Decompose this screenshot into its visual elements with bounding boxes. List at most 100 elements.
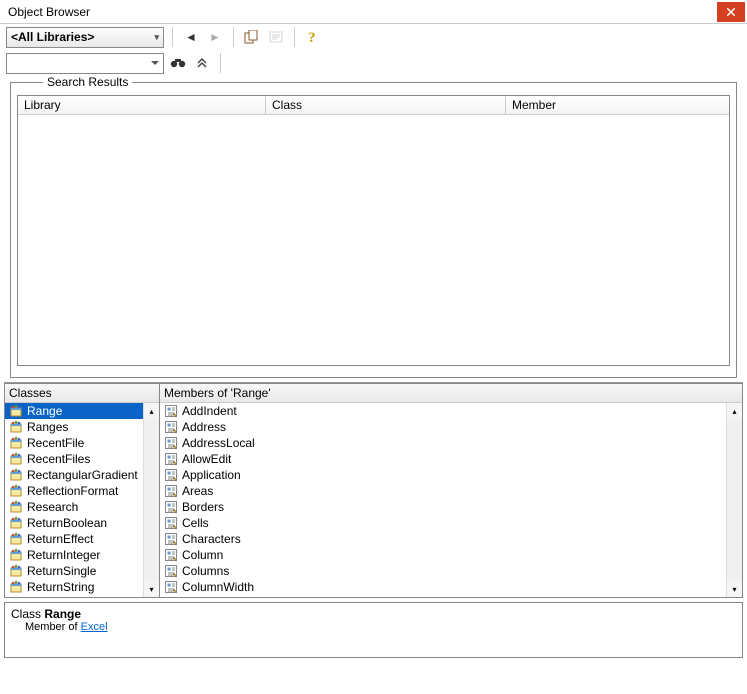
chevron-up-double-icon <box>196 57 208 69</box>
search-button[interactable] <box>168 53 188 73</box>
class-item-label: ReturnString <box>27 580 94 594</box>
class-item[interactable]: ReturnSingle <box>5 563 159 579</box>
class-item-label: Research <box>27 500 78 514</box>
member-item[interactable]: Areas <box>160 483 742 499</box>
arrow-left-icon: ◄ <box>185 30 197 44</box>
toolbar-row-1: <All Libraries> ▾ ◄ ► ? <box>0 24 747 50</box>
classes-list[interactable]: RangeRangesRecentFileRecentFiles Rectangu… <box>5 403 159 597</box>
search-results-table: Library Class Member <box>17 95 730 366</box>
binoculars-icon <box>170 56 186 70</box>
member-item[interactable]: AddressLocal <box>160 435 742 451</box>
member-item-label: Columns <box>182 564 229 578</box>
classes-scrollbar[interactable]: ▴ ▾ <box>143 403 159 597</box>
property-icon <box>164 532 178 546</box>
toolbar-row-2 <box>0 50 747 76</box>
scroll-down-icon[interactable]: ▾ <box>144 581 160 597</box>
member-item-label: AddIndent <box>182 404 237 418</box>
member-item[interactable]: Borders <box>160 499 742 515</box>
nav-back-button[interactable]: ◄ <box>181 27 201 47</box>
close-icon <box>727 8 735 16</box>
detail-line-2: Member of Excel <box>11 621 736 633</box>
classes-header: Classes <box>5 384 159 403</box>
scroll-down-icon[interactable]: ▾ <box>727 581 743 597</box>
member-item[interactable]: Column <box>160 547 742 563</box>
class-item-label: ReturnInteger <box>27 548 100 562</box>
toolbar-divider <box>233 27 234 47</box>
classes-pane: Classes RangeRangesRecentFileRecentFiles… <box>4 383 160 598</box>
member-item[interactable]: Address <box>160 419 742 435</box>
toolbar-divider <box>294 27 295 47</box>
scroll-up-icon[interactable]: ▴ <box>727 403 743 419</box>
property-icon <box>164 420 178 434</box>
class-item[interactable]: Research <box>5 499 159 515</box>
class-item[interactable]: RectangularGradient <box>5 467 159 483</box>
class-icon <box>9 436 23 450</box>
class-icon <box>9 516 23 530</box>
member-item[interactable]: AllowEdit <box>160 451 742 467</box>
member-item-label: Characters <box>182 532 241 546</box>
arrow-right-icon: ► <box>209 30 221 44</box>
property-icon <box>164 404 178 418</box>
class-item[interactable]: ReturnInteger <box>5 547 159 563</box>
class-item[interactable]: Ranges <box>5 419 159 435</box>
search-input-wrapper <box>6 53 164 74</box>
member-item[interactable]: Cells <box>160 515 742 531</box>
search-results-header: Library Class Member <box>18 96 729 115</box>
member-item-label: Application <box>182 468 241 482</box>
member-item-label: AllowEdit <box>182 452 231 466</box>
property-icon <box>164 500 178 514</box>
class-item-label: Ranges <box>27 420 68 434</box>
detail-pane: Class Range Member of Excel <box>4 602 743 658</box>
class-icon <box>9 484 23 498</box>
class-icon <box>9 548 23 562</box>
column-header-class[interactable]: Class <box>266 96 506 114</box>
class-item-label: RecentFiles <box>27 452 90 466</box>
class-item-label: RectangularGradient <box>27 468 138 482</box>
column-header-library[interactable]: Library <box>18 96 266 114</box>
library-dropdown-value: <All Libraries> <box>11 30 94 44</box>
member-item[interactable]: Application <box>160 467 742 483</box>
toggle-search-results-button[interactable] <box>192 53 212 73</box>
member-item-label: Cells <box>182 516 209 530</box>
property-icon <box>164 580 178 594</box>
search-results-legend: Search Results <box>43 75 132 89</box>
member-item-label: Column <box>182 548 223 562</box>
close-button[interactable] <box>717 2 745 22</box>
member-item[interactable]: ColumnWidth <box>160 579 742 595</box>
property-icon <box>164 452 178 466</box>
member-item[interactable]: Characters <box>160 531 742 547</box>
members-scrollbar[interactable]: ▴ ▾ <box>726 403 742 597</box>
detail-library-link[interactable]: Excel <box>81 621 108 633</box>
member-item-label: ColumnWidth <box>182 580 254 594</box>
class-item-label: ReturnEffect <box>27 532 93 546</box>
property-icon <box>164 564 178 578</box>
class-item[interactable]: Range <box>5 403 159 419</box>
class-icon <box>9 580 23 594</box>
detail-member-prefix: Member of <box>25 621 78 633</box>
main-split: Classes RangeRangesRecentFileRecentFiles… <box>4 382 743 598</box>
class-item[interactable]: ReturnString <box>5 579 159 595</box>
search-input[interactable] <box>6 53 164 74</box>
class-item-label: ReturnBoolean <box>27 516 107 530</box>
member-item[interactable]: AddIndent <box>160 403 742 419</box>
members-list[interactable]: AddIndentAddressAddressLocal AllowEdit App… <box>160 403 742 597</box>
class-item[interactable]: ReturnBoolean <box>5 515 159 531</box>
class-icon <box>9 468 23 482</box>
column-header-member[interactable]: Member <box>506 96 729 114</box>
scroll-up-icon[interactable]: ▴ <box>144 403 160 419</box>
class-item[interactable]: RecentFile <box>5 435 159 451</box>
class-item[interactable]: RecentFiles <box>5 451 159 467</box>
search-results-body <box>18 115 729 365</box>
member-item-label: AddressLocal <box>182 436 255 450</box>
help-button[interactable]: ? <box>303 27 323 47</box>
member-item-label: Borders <box>182 500 224 514</box>
help-icon: ? <box>306 29 320 45</box>
copy-button[interactable] <box>242 27 262 47</box>
class-item[interactable]: ReflectionFormat <box>5 483 159 499</box>
member-item[interactable]: Columns <box>160 563 742 579</box>
class-icon <box>9 532 23 546</box>
class-icon <box>9 564 23 578</box>
definition-icon <box>269 30 283 44</box>
class-item[interactable]: ReturnEffect <box>5 531 159 547</box>
library-dropdown[interactable]: <All Libraries> ▾ <box>6 27 164 48</box>
